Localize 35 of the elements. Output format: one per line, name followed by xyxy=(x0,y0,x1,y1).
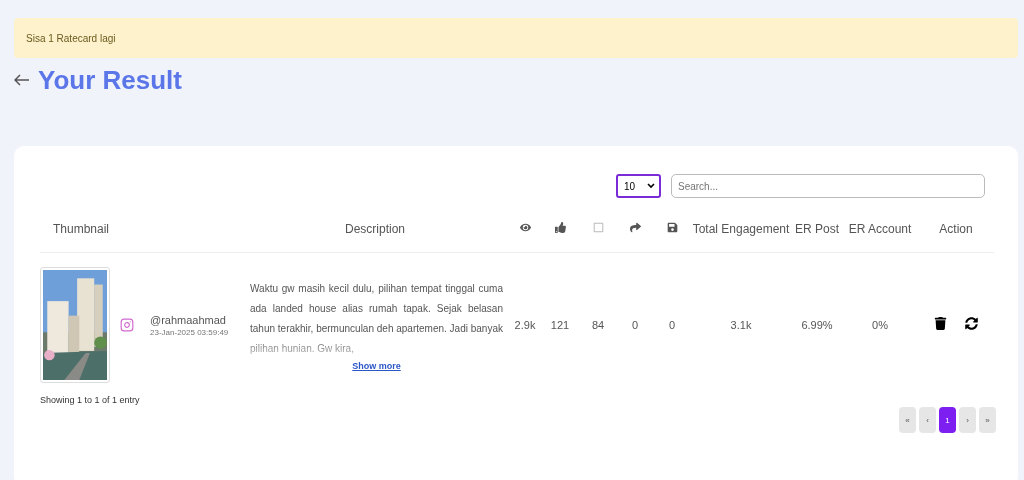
page-button[interactable]: 1 xyxy=(939,407,956,433)
page-title: Your Result xyxy=(38,64,182,96)
post-date: 23-Jan-2025 03:59:49 xyxy=(150,327,229,337)
page-button[interactable]: » xyxy=(979,407,996,433)
page-button[interactable]: › xyxy=(959,407,976,433)
entries-info: Showing 1 to 1 of 1 entry xyxy=(40,395,140,405)
eye-icon xyxy=(519,222,531,233)
column-header: ER Post xyxy=(795,222,839,236)
chevron-down-icon xyxy=(647,183,655,189)
table-cell: 0 xyxy=(631,319,639,331)
page-button[interactable]: ‹ xyxy=(919,407,936,433)
column-header: Action xyxy=(939,222,973,236)
table-cell: 6.99% xyxy=(801,319,833,331)
page-size-select[interactable]: 10 xyxy=(616,174,661,198)
thumbs-up-icon xyxy=(554,222,566,233)
column-header: ER Account xyxy=(848,222,912,236)
instagram-icon xyxy=(120,318,134,332)
table-cell: 84 xyxy=(591,319,605,331)
table-cell: 121 xyxy=(550,319,570,331)
table-cell: 0 xyxy=(668,319,676,331)
share-icon xyxy=(629,222,641,233)
save-icon xyxy=(666,222,678,233)
column-header: Thumbnail xyxy=(53,222,110,236)
search-field[interactable]: Search... xyxy=(671,174,985,198)
alert-text: Sisa 1 Ratecard lagi xyxy=(26,32,116,44)
table-cell: 3.1k xyxy=(730,319,752,331)
page-button[interactable]: « xyxy=(899,407,916,433)
back-arrow-icon[interactable] xyxy=(14,74,30,86)
column-header: Description xyxy=(345,222,405,236)
show-more-link[interactable]: Show more xyxy=(352,361,401,371)
column-header: Total Engagement xyxy=(692,222,790,236)
username: @rahmaahmad xyxy=(150,313,226,326)
post-description: Waktu gw masih kecil dulu, pilihan tempat tinggal cuma ada landed house alias rumah tapak. Sejak belasan tahun terakhir, bermunculan deh apartemen. Jadi banyak pilihan hunian. Gw kira, xyxy=(250,282,503,356)
table-cell: 0% xyxy=(872,319,888,331)
table-cell: 2.9k xyxy=(514,319,536,331)
